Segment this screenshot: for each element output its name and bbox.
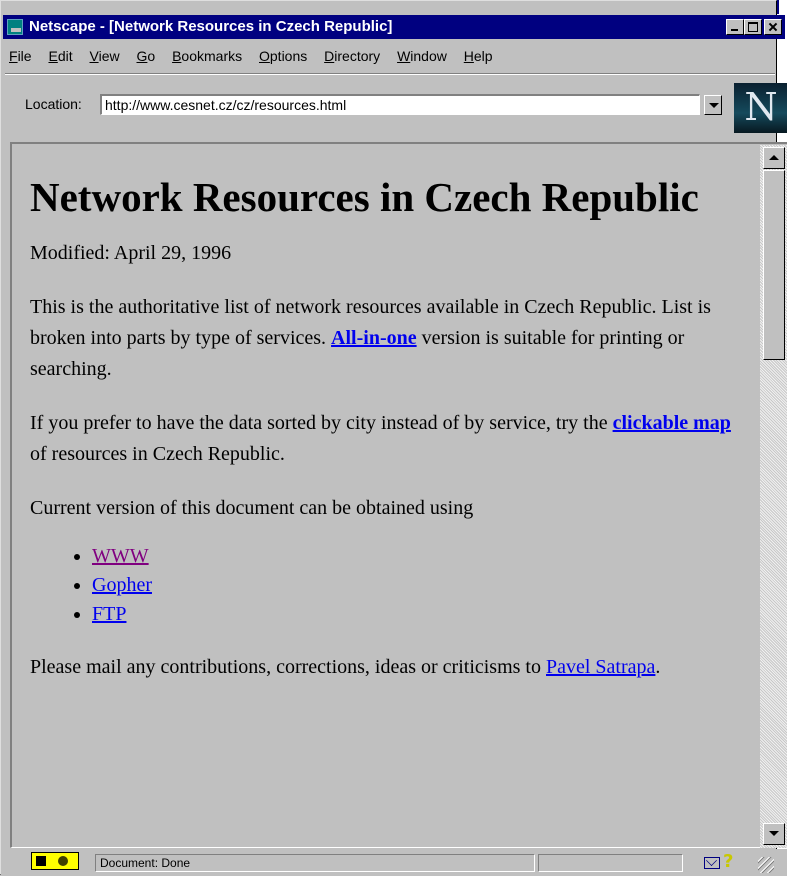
minimize-button[interactable] [726, 19, 744, 35]
location-dropdown-button[interactable] [704, 95, 722, 115]
page-heading: Network Resources in Czech Republic [30, 174, 699, 220]
netscape-app-icon[interactable] [7, 19, 23, 35]
ftp-link[interactable]: FTP [92, 603, 126, 625]
menu-window[interactable]: Window [397, 48, 447, 64]
mail-icon[interactable] [704, 857, 720, 869]
close-button[interactable] [764, 19, 782, 35]
progress-indicator [538, 854, 683, 872]
scroll-down-button[interactable] [763, 823, 785, 845]
intro-paragraph: This is the authoritative list of networ… [30, 296, 711, 380]
vertical-scrollbar[interactable] [760, 145, 787, 848]
desktop-edge [777, 0, 779, 14]
status-bar: Document: Done ? [1, 849, 787, 876]
location-url-input[interactable]: http://www.cesnet.cz/cz/resources.html [100, 94, 700, 115]
status-message: Document: Done [95, 854, 535, 872]
menu-help[interactable]: Help [464, 48, 493, 64]
menu-file[interactable]: File [9, 48, 32, 64]
menu-options[interactable]: Options [259, 48, 307, 64]
netscape-throbber-logo[interactable]: N [734, 83, 787, 133]
obtain-links-list: WWW Gopher FTP [30, 542, 750, 629]
resize-grip[interactable] [758, 857, 774, 873]
scroll-up-button[interactable] [763, 147, 785, 169]
menu-bar: File Edit View Go Bookmarks Options Dire… [9, 48, 506, 68]
obtain-paragraph: Current version of this document can be … [30, 497, 474, 519]
menu-directory[interactable]: Directory [324, 48, 380, 64]
menu-view[interactable]: View [90, 48, 120, 64]
clickable-map-link[interactable]: clickable map [613, 412, 731, 434]
sort-paragraph: If you prefer to have the data sorted by… [30, 412, 731, 465]
www-link[interactable]: WWW [92, 545, 149, 567]
menu-bookmarks[interactable]: Bookmarks [172, 48, 242, 64]
gopher-link[interactable]: Gopher [92, 574, 152, 596]
list-item: Gopher [92, 571, 750, 600]
menu-edit[interactable]: Edit [48, 48, 72, 64]
contact-paragraph: Please mail any contributions, correctio… [30, 656, 661, 678]
toolbar-divider [5, 73, 775, 75]
help-icon[interactable]: ? [723, 851, 733, 872]
window-title: Netscape - [Network Resources in Czech R… [29, 18, 393, 35]
maximize-button[interactable] [744, 19, 762, 35]
list-item: FTP [92, 600, 750, 629]
title-bar[interactable]: Netscape - [Network Resources in Czech R… [3, 15, 785, 39]
menu-go[interactable]: Go [137, 48, 156, 64]
location-label: Location: [25, 96, 82, 112]
list-item: WWW [92, 542, 750, 571]
modified-date: Modified: April 29, 1996 [30, 242, 232, 264]
security-key-icon[interactable] [31, 852, 79, 870]
document-viewport: Network Resources in Czech Republic Modi… [10, 142, 787, 848]
browser-window: Netscape - [Network Resources in Czech R… [0, 0, 787, 876]
document-body: Network Resources in Czech Republic Modi… [30, 172, 750, 706]
pavel-satrapa-link[interactable]: Pavel Satrapa [546, 656, 655, 678]
all-in-one-link[interactable]: All-in-one [331, 327, 417, 349]
scroll-thumb[interactable] [763, 170, 785, 360]
